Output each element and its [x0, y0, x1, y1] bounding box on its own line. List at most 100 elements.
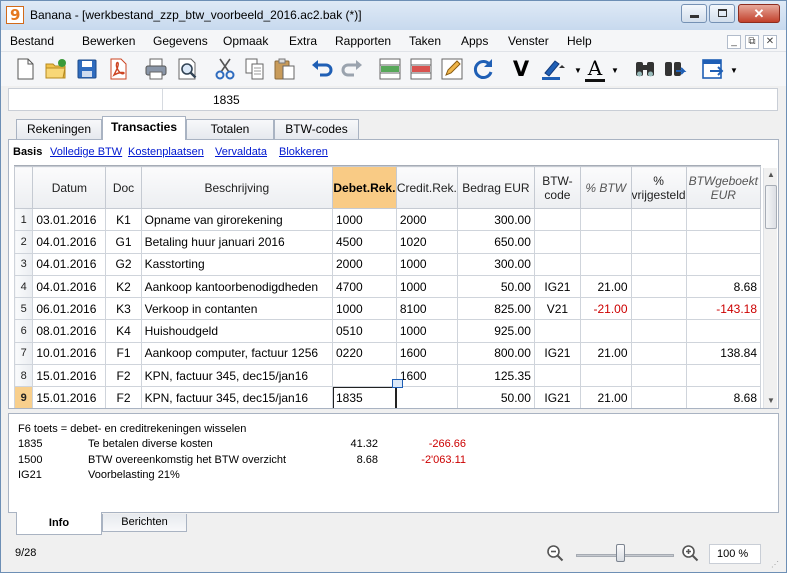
cell-bedrag[interactable]: 300.00	[456, 207, 535, 232]
recalculate-icon[interactable]	[470, 56, 496, 82]
cell-pct-vrijgesteld[interactable]	[630, 341, 687, 366]
menu-venster[interactable]: Venster	[508, 34, 549, 48]
tab-totalen[interactable]: Totalen	[186, 119, 274, 139]
zoom-slider-track[interactable]	[576, 554, 674, 557]
zoom-slider-thumb[interactable]	[616, 544, 625, 562]
row-number[interactable]: 5	[14, 297, 34, 321]
cell-debet-rek[interactable]: 4500	[331, 230, 397, 254]
table-row[interactable]: 8 15.01.2016 F2 KPN, factuur 345, dec15/jan…	[14, 364, 761, 388]
cell-debet-rek[interactable]: 1835	[331, 386, 397, 408]
table-row[interactable]: 1 03.01.2016 K1 Opname van girorekening 1000…	[14, 207, 761, 232]
cell-credit-rek[interactable]: 1600	[395, 341, 458, 366]
cell-btw-code[interactable]: V21	[533, 297, 581, 321]
cell-pct-btw[interactable]: 21.00	[579, 386, 632, 408]
cell-debet-rek[interactable]: 0220	[331, 341, 397, 366]
cell-btw-code[interactable]: IG21	[533, 341, 581, 366]
col-header-doc[interactable]: Doc	[105, 166, 142, 209]
cell-bedrag[interactable]: 800.00	[456, 341, 535, 366]
cell-bedrag[interactable]: 50.00	[456, 274, 535, 299]
cell-bedrag[interactable]: 925.00	[456, 319, 535, 343]
col-header-pct-vrijgesteld[interactable]: % vrijgesteld	[630, 166, 687, 209]
row-number[interactable]: 7	[14, 341, 34, 366]
cell-pct-vrijgesteld[interactable]	[630, 230, 687, 254]
cell-content-bar[interactable]: 1835	[8, 88, 778, 111]
cell-datum[interactable]: 06.01.2016	[32, 297, 107, 321]
menu-taken[interactable]: Taken	[409, 34, 441, 48]
cell-doc[interactable]: F2	[105, 386, 142, 408]
row-number[interactable]: 3	[14, 252, 34, 276]
row-number[interactable]: 4	[14, 274, 34, 299]
cell-pct-btw[interactable]	[579, 364, 632, 388]
cell-bedrag[interactable]: 825.00	[456, 297, 535, 321]
row-number[interactable]: 9	[14, 386, 34, 408]
mdi-close-button[interactable]: ✕	[763, 35, 777, 49]
table-row[interactable]: 9 15.01.2016 F2 KPN, factuur 345, dec15/jan…	[14, 386, 761, 408]
vertical-scrollbar[interactable]: ▲ ▼	[763, 168, 777, 408]
subview-blokkeren[interactable]: Blokkeren	[279, 146, 328, 158]
cell-credit-rek[interactable]: 1020	[395, 230, 458, 254]
zoom-in-icon[interactable]	[681, 544, 699, 562]
cell-doc[interactable]: K1	[105, 207, 142, 232]
cell-btw-geboekt[interactable]: 138.84	[685, 341, 761, 366]
table-row[interactable]: 6 08.01.2016 K4 Huishoudgeld 0510 1000 925.00	[14, 319, 761, 343]
cell-doc[interactable]: F2	[105, 364, 142, 388]
undo-icon[interactable]	[309, 56, 335, 82]
cell-datum[interactable]: 15.01.2016	[32, 386, 107, 408]
table-row[interactable]: 4 04.01.2016 K2 Aankoop kantoorbenodigdhede…	[14, 274, 761, 299]
open-folder-icon[interactable]	[43, 56, 69, 82]
menu-bestand[interactable]: Bestand	[10, 34, 54, 48]
menu-extra[interactable]: Extra	[289, 34, 317, 48]
cell-btw-geboekt[interactable]	[685, 207, 761, 232]
pdf-icon[interactable]	[105, 56, 131, 82]
cell-btw-code[interactable]: IG21	[533, 274, 581, 299]
cell-btw-code[interactable]	[533, 364, 581, 388]
cell-btw-code[interactable]	[533, 252, 581, 276]
cell-btw-geboekt[interactable]: -143.18	[685, 297, 761, 321]
row-number[interactable]: 6	[14, 319, 34, 343]
cell-pct-btw[interactable]: 21.00	[579, 341, 632, 366]
col-header-btw-code[interactable]: BTW-code	[533, 166, 581, 209]
cell-datum[interactable]: 08.01.2016	[32, 319, 107, 343]
row-number[interactable]: 2	[14, 230, 34, 254]
cell-datum[interactable]: 15.01.2016	[32, 364, 107, 388]
cell-pct-vrijgesteld[interactable]	[630, 364, 687, 388]
cell-debet-rek[interactable]: 0510	[331, 319, 397, 343]
col-header-datum[interactable]: Datum	[32, 166, 107, 209]
table-row[interactable]: 2 04.01.2016 G1 Betaling huur januari 2016 4…	[14, 230, 761, 254]
edit-pen-icon[interactable]	[439, 56, 465, 82]
cell-beschrijving[interactable]: Betaling huur januari 2016	[140, 230, 333, 254]
redo-icon[interactable]	[339, 56, 365, 82]
cell-doc[interactable]: K4	[105, 319, 142, 343]
zoom-value-field[interactable]: 100 %	[709, 544, 761, 564]
cell-btw-code[interactable]	[533, 319, 581, 343]
cell-bedrag[interactable]: 50.00	[456, 386, 535, 408]
scroll-thumb[interactable]	[765, 185, 777, 229]
cell-beschrijving[interactable]: KPN, factuur 345, dec15/jan16	[140, 364, 333, 388]
cell-beschrijving[interactable]: Aankoop computer, factuur 1256	[140, 341, 333, 366]
mdi-minimize-button[interactable]: _	[727, 35, 741, 49]
font-color-dropdown-icon[interactable]: ▼	[611, 66, 619, 75]
print-preview-icon[interactable]	[174, 56, 200, 82]
subview-basis[interactable]: Basis	[13, 146, 42, 158]
cut-icon[interactable]	[212, 56, 238, 82]
col-header-btw-geboekt[interactable]: BTWgeboekt EUR	[685, 166, 761, 209]
cell-btw-geboekt[interactable]: 8.68	[685, 386, 761, 408]
cell-btw-geboekt[interactable]: 8.68	[685, 274, 761, 299]
menu-gegevens[interactable]: Gegevens	[153, 34, 208, 48]
scroll-down-icon[interactable]: ▼	[764, 394, 778, 408]
cell-doc[interactable]: K3	[105, 297, 142, 321]
cell-credit-rek[interactable]: 1000	[395, 319, 458, 343]
new-file-icon[interactable]	[12, 56, 38, 82]
cell-pct-vrijgesteld[interactable]	[630, 386, 687, 408]
menu-opmaak[interactable]: Opmaak	[223, 34, 268, 48]
cell-beschrijving[interactable]: KPN, factuur 345, dec15/jan16	[140, 386, 333, 408]
print-icon[interactable]	[143, 56, 169, 82]
minimize-button[interactable]	[681, 4, 707, 23]
table-row[interactable]: 7 10.01.2016 F1 Aankoop computer, factuur 1…	[14, 341, 761, 366]
cell-datum[interactable]: 03.01.2016	[32, 207, 107, 232]
cell-dropdown-icon[interactable]	[392, 379, 403, 388]
cell-beschrijving[interactable]: Opname van girorekening	[140, 207, 333, 232]
subview-vervaldata[interactable]: Vervaldata	[215, 146, 267, 158]
col-header-beschrijving[interactable]: Beschrijving	[140, 166, 333, 209]
cell-debet-rek[interactable]	[331, 364, 397, 388]
